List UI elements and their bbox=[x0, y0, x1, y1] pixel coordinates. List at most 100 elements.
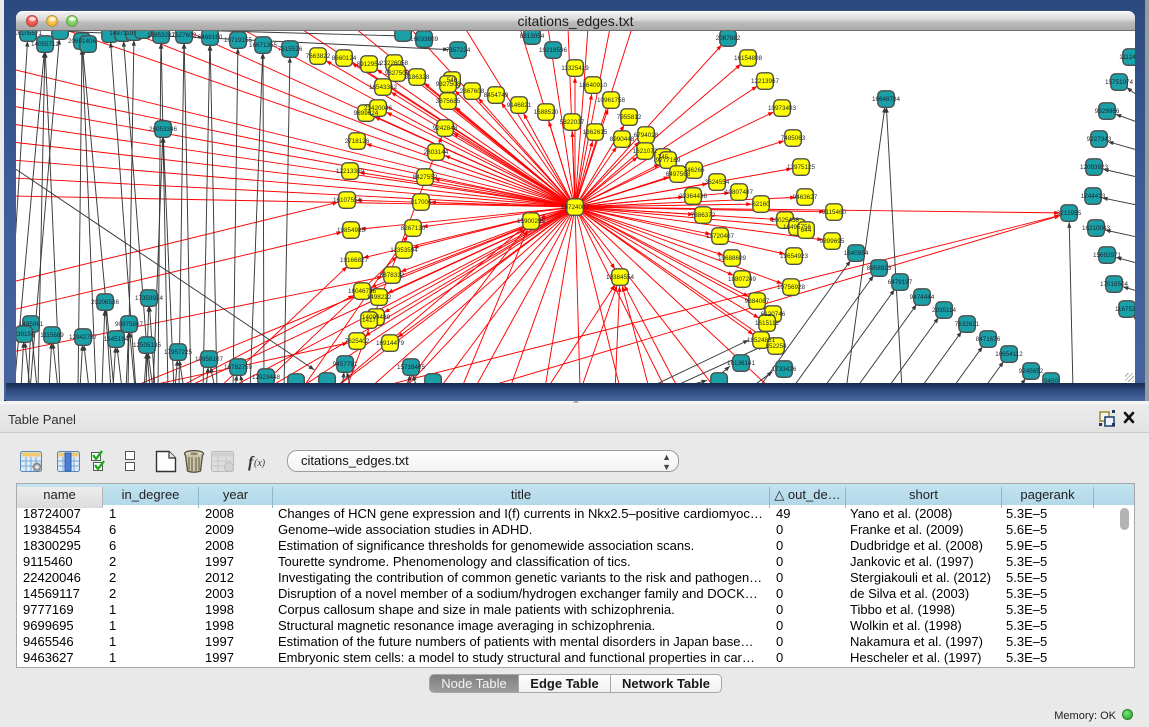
svg-text:1115689: 1115689 bbox=[40, 332, 64, 339]
svg-text:1588520: 1588520 bbox=[534, 109, 559, 116]
svg-text:19218596: 19218596 bbox=[539, 47, 568, 54]
svg-text:26053346: 26053346 bbox=[149, 126, 178, 133]
svg-text:12942757: 12942757 bbox=[69, 334, 98, 341]
svg-text:7485063: 7485063 bbox=[781, 135, 806, 142]
svg-text:1498222: 1498222 bbox=[367, 294, 392, 301]
svg-text:16154808: 16154808 bbox=[734, 55, 763, 62]
svg-text:9884067: 9884067 bbox=[745, 298, 770, 305]
svg-text:20364436: 20364436 bbox=[679, 193, 708, 200]
svg-text:23420046: 23420046 bbox=[364, 105, 393, 112]
svg-text:8990448: 8990448 bbox=[610, 136, 635, 143]
svg-text:10688609: 10688609 bbox=[718, 255, 747, 262]
svg-text:14971197: 14971197 bbox=[109, 31, 137, 37]
svg-text:11325419: 11325419 bbox=[561, 65, 589, 72]
svg-text:9245652: 9245652 bbox=[1019, 368, 1044, 375]
svg-text:7663822: 7663822 bbox=[306, 53, 331, 60]
svg-text:15716485: 15716485 bbox=[397, 364, 426, 371]
svg-text:90975867: 90975867 bbox=[115, 321, 144, 328]
svg-text:12975125: 12975125 bbox=[787, 164, 816, 171]
svg-text:14055712: 14055712 bbox=[31, 41, 60, 48]
svg-text:15900295: 15900295 bbox=[517, 218, 546, 225]
svg-text:8186328: 8186328 bbox=[405, 74, 430, 81]
svg-text:12093823: 12093823 bbox=[1080, 164, 1109, 171]
svg-text:1485061: 1485061 bbox=[19, 321, 44, 328]
svg-text:644: 644 bbox=[801, 227, 812, 234]
svg-text:16782759: 16782759 bbox=[224, 364, 253, 371]
svg-text:6120746: 6120746 bbox=[761, 311, 786, 318]
svg-text:8813054: 8813054 bbox=[520, 33, 545, 40]
svg-text:2935114: 2935114 bbox=[932, 307, 957, 314]
svg-text:20206536: 20206536 bbox=[91, 299, 120, 306]
svg-text:1615112: 1615112 bbox=[755, 320, 780, 327]
svg-text:1362615: 1362615 bbox=[583, 129, 608, 136]
svg-text:16648784: 16648784 bbox=[872, 96, 901, 103]
svg-text:7886372: 7886372 bbox=[691, 212, 716, 219]
svg-text:8267130: 8267130 bbox=[401, 225, 426, 232]
svg-text:16210043: 16210043 bbox=[1082, 225, 1111, 232]
svg-text:8427552: 8427552 bbox=[413, 174, 438, 181]
svg-text:2087682: 2087682 bbox=[716, 35, 741, 42]
svg-text:10958107: 10958107 bbox=[195, 356, 224, 363]
svg-text:12923448: 12923448 bbox=[252, 374, 281, 381]
svg-text:9242848: 9242848 bbox=[433, 125, 458, 132]
svg-text:8471676: 8471676 bbox=[976, 336, 1001, 343]
svg-text:16914479: 16914479 bbox=[376, 340, 405, 347]
svg-text:9777169: 9777169 bbox=[656, 157, 681, 164]
svg-text:3624554: 3624554 bbox=[705, 179, 730, 186]
svg-text:11353594: 11353594 bbox=[390, 247, 418, 254]
svg-text:9474444: 9474444 bbox=[910, 294, 935, 301]
svg-text:9227343: 9227343 bbox=[1087, 136, 1112, 143]
svg-text:7625402: 7625402 bbox=[345, 338, 370, 345]
svg-text:12213967: 12213967 bbox=[751, 78, 780, 85]
svg-text:9899695: 9899695 bbox=[820, 238, 845, 245]
svg-text:8454749: 8454749 bbox=[484, 92, 509, 99]
svg-text:2867608: 2867608 bbox=[460, 88, 485, 95]
svg-text:8958923: 8958923 bbox=[867, 265, 892, 272]
svg-text:6794028: 6794028 bbox=[634, 132, 659, 139]
svg-text:16107554: 16107554 bbox=[333, 197, 362, 204]
svg-text:1645194: 1645194 bbox=[104, 336, 129, 343]
svg-text:18640910: 18640910 bbox=[579, 82, 608, 89]
svg-text:7955812: 7955812 bbox=[617, 114, 642, 121]
svg-text:10654112: 10654112 bbox=[995, 351, 1023, 358]
svg-text:9146821: 9146821 bbox=[507, 102, 532, 109]
svg-text:6497568: 6497568 bbox=[666, 171, 691, 178]
svg-text:16136141: 16136141 bbox=[727, 360, 756, 367]
svg-text:10756928: 10756928 bbox=[777, 284, 806, 291]
svg-text:1167533: 1167533 bbox=[1115, 306, 1135, 313]
svg-text:62160: 62160 bbox=[752, 201, 770, 208]
svg-text:17016504: 17016504 bbox=[1100, 281, 1129, 288]
svg-text:16033809: 16033809 bbox=[410, 36, 439, 43]
svg-text:3875685: 3875685 bbox=[436, 98, 461, 105]
svg-text:2803144: 2803144 bbox=[424, 149, 449, 156]
svg-text:9115460: 9115460 bbox=[822, 209, 847, 216]
svg-text:8912954: 8912954 bbox=[357, 61, 382, 68]
svg-text:17957225: 17957225 bbox=[164, 349, 193, 356]
svg-text:15692971: 15692971 bbox=[1093, 252, 1122, 259]
svg-text:1733426: 1733426 bbox=[772, 366, 797, 373]
svg-text:3215955: 3215955 bbox=[1057, 210, 1082, 217]
svg-text:10961758: 10961758 bbox=[597, 97, 626, 104]
svg-text:10807487: 10807487 bbox=[725, 189, 754, 196]
svg-text:917006: 917006 bbox=[410, 199, 432, 206]
svg-text:1527602: 1527602 bbox=[172, 32, 197, 39]
svg-text:10025458: 10025458 bbox=[771, 217, 800, 224]
svg-text:15751074: 15751074 bbox=[1105, 79, 1134, 86]
svg-text:23226058: 23226058 bbox=[380, 60, 409, 67]
svg-text:(x): (x) bbox=[254, 458, 266, 469]
svg-text:852254: 852254 bbox=[765, 343, 787, 350]
svg-text:9329966: 9329966 bbox=[1095, 108, 1120, 115]
svg-text:6466160: 6466160 bbox=[198, 34, 223, 41]
svg-text:18724007: 18724007 bbox=[561, 204, 590, 211]
svg-text:1112406: 1112406 bbox=[1119, 54, 1135, 61]
svg-text:9463627: 9463627 bbox=[793, 194, 818, 201]
svg-text:6479197: 6479197 bbox=[888, 279, 913, 286]
svg-text:7357224: 7357224 bbox=[446, 47, 471, 54]
svg-text:1640954: 1640954 bbox=[844, 250, 869, 257]
svg-text:19384554: 19384554 bbox=[606, 274, 635, 281]
svg-text:17359924: 17359924 bbox=[135, 295, 164, 302]
svg-text:7515526: 7515526 bbox=[278, 46, 303, 53]
svg-text:10973493: 10973493 bbox=[768, 105, 797, 112]
svg-text:16105571: 16105571 bbox=[16, 31, 42, 37]
svg-text:19854985: 19854985 bbox=[337, 227, 366, 234]
